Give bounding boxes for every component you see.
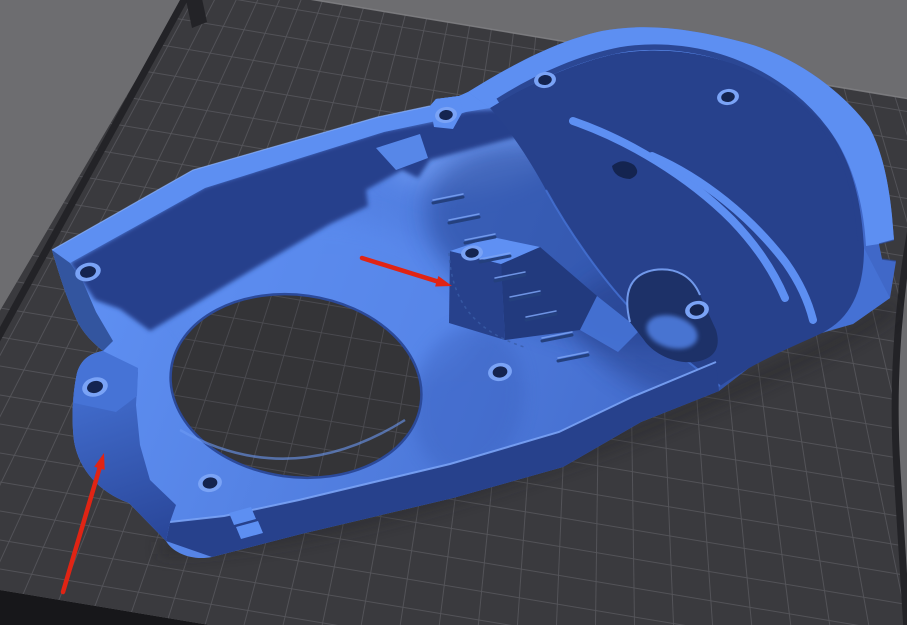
slicer-3d-viewport[interactable]: [0, 0, 907, 625]
viewport-canvas: [0, 0, 907, 625]
